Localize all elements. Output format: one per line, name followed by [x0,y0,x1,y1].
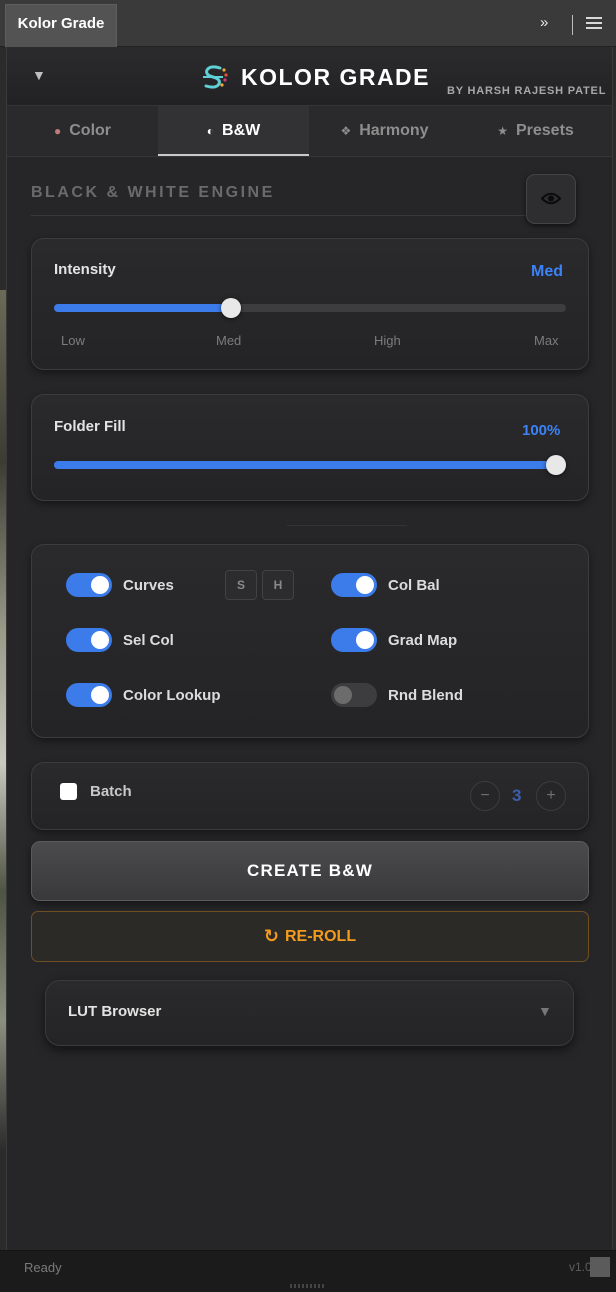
rnd-blend-label: Rnd Blend [388,687,463,704]
version-label: v1.0 [569,1260,591,1274]
status-bar: Ready v1.0 [0,1250,616,1292]
batch-count: 3 [512,786,522,805]
color-lookup-label: Color Lookup [123,687,221,704]
grad-map-label: Grad Map [388,632,458,649]
batch-checkbox[interactable] [60,783,77,800]
tab-harmony[interactable]: ❖ Harmony [309,106,460,156]
folder-fill-slider-thumb[interactable] [546,455,566,475]
create-bw-button[interactable]: CREATE B&W [31,841,589,901]
intensity-slider-thumb[interactable] [221,298,241,318]
intensity-label: Intensity [54,261,116,278]
tab-presets[interactable]: ★ Presets [460,106,611,156]
half-circle-icon: ◐ [206,124,215,138]
intensity-slider-fill [54,304,231,312]
curves-label: Curves [123,577,174,594]
tab-label: Presets [515,122,574,139]
section-title: BLACK & WHITE ENGINE [31,184,275,201]
panel-tab-kolor-grade[interactable]: Kolor Grade [5,4,117,47]
curves-toggle[interactable] [66,573,112,597]
header-collapse-toggle[interactable]: ▼ [32,67,46,83]
star-icon: ★ [497,124,508,138]
folder-fill-value: 100% [522,422,561,439]
collapse-panel-button[interactable]: » [540,14,548,31]
intensity-tick-max: Max [534,333,559,348]
section-divider [31,215,527,216]
palette-icon: ● [53,124,62,138]
app-title: KOLOR GRADE [241,64,430,90]
lut-browser-label: LUT Browser [68,1003,162,1020]
kolor-grade-logo-icon [203,65,228,89]
lut-browser-dropdown[interactable]: LUT Browser ▼ [45,980,574,1046]
intensity-card: Intensity Med Low Med High Max [31,238,589,370]
sel-col-toggle[interactable] [66,628,112,652]
panel-titlebar: Kolor Grade » [0,0,616,47]
harmony-icon: ❖ [340,124,352,138]
rnd-blend-toggle[interactable] [331,683,377,707]
batch-increment-button[interactable]: + [536,781,566,811]
curves-s-button[interactable]: S [225,570,257,600]
titlebar-separator [572,15,573,35]
curves-h-button[interactable]: H [262,570,294,600]
intensity-tick-med: Med [216,333,242,348]
col-bal-toggle[interactable] [331,573,377,597]
batch-label: Batch [90,783,132,800]
tab-bw[interactable]: ◐ B&W [158,106,309,156]
tab-label: Color [69,122,112,139]
folder-fill-slider-fill [54,461,556,469]
card-divider [287,525,407,526]
reroll-label: RE-ROLL [284,928,357,945]
refresh-icon: ↻ [263,926,279,946]
intensity-value: Med [531,263,563,280]
intensity-slider[interactable] [54,298,566,318]
hamburger-menu-icon[interactable] [586,17,602,29]
status-text: Ready [24,1260,62,1275]
folder-fill-card: Folder Fill 100% [31,394,589,501]
reroll-button[interactable]: ↻ RE-ROLL [31,911,589,962]
mode-tabs: ● Color ◐ B&W ❖ Harmony ★ Presets [7,106,612,157]
tab-label: B&W [222,122,261,139]
chevron-down-icon: ▼ [538,1003,552,1019]
batch-decrement-button[interactable]: − [470,781,500,811]
intensity-tick-low: Low [61,333,85,348]
sel-col-label: Sel Col [123,632,174,649]
layer-toggles-card: Curves S H Col Bal Sel Col Grad Map Colo… [31,544,589,738]
grad-map-toggle[interactable] [331,628,377,652]
intensity-tick-high: High [374,333,401,348]
preview-toggle-button[interactable] [526,174,576,224]
eye-icon [541,192,561,205]
folder-fill-slider[interactable] [54,455,566,475]
tab-label: Harmony [359,122,429,139]
tab-color[interactable]: ● Color [7,106,158,156]
folder-fill-label: Folder Fill [54,418,126,435]
app-header: ▼ KOLOR GRADE BY HARSH RAJESH PATEL [7,47,612,106]
color-lookup-toggle[interactable] [66,683,112,707]
kolor-grade-panel: ▼ KOLOR GRADE BY HARSH RAJESH PATEL ● Col… [6,47,613,1250]
panel-resize-handle[interactable] [290,1284,326,1288]
resize-grip[interactable] [590,1257,610,1277]
col-bal-label: Col Bal [388,577,440,594]
author-byline: BY HARSH RAJESH PATEL [447,85,607,97]
